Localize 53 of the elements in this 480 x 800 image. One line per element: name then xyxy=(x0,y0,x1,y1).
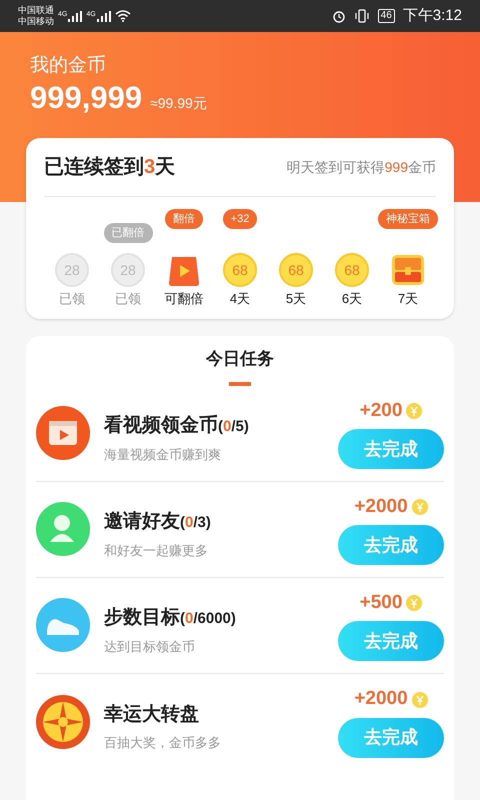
treasure-chest-icon xyxy=(391,253,425,287)
task-title: 幸运大转盘 xyxy=(104,702,200,726)
battery-level: 46 xyxy=(378,9,395,23)
day-label: 可翻倍 xyxy=(164,290,204,308)
video-icon xyxy=(36,406,90,460)
tomorrow-reward-text: 明天签到可获得999金币 xyxy=(286,158,436,176)
reward-amount: +2000 xyxy=(354,494,408,519)
task-subtitle: 和好友一起赚更多 xyxy=(104,542,209,560)
task-subtitle: 百抽大奖，金币多多 xyxy=(104,734,222,752)
coin-icon xyxy=(406,595,422,611)
carrier-name: 中国移动 xyxy=(18,16,54,27)
section-title: 今日任务 xyxy=(206,348,274,370)
day-label: 7天 xyxy=(398,290,418,308)
day-badge: 已翻倍 xyxy=(104,223,152,243)
task-title: 邀请好友(0/3) xyxy=(104,510,212,534)
coin-icon xyxy=(406,403,422,419)
task-subtitle: 海量视频金币赚到爽 xyxy=(104,446,222,464)
clock-time: 下午3:12 xyxy=(402,6,462,26)
complete-button[interactable]: 去完成 xyxy=(338,621,444,662)
coin-balance: 999,999 xyxy=(30,79,142,117)
day-badge: 神秘宝箱 xyxy=(378,209,438,229)
complete-button[interactable]: 去完成 xyxy=(338,429,444,470)
coin-icon: 68 xyxy=(335,253,369,287)
reward-amount: +200 xyxy=(360,398,402,423)
task-subtitle: 达到目标领金币 xyxy=(104,638,196,656)
day-label: 5天 xyxy=(286,290,306,308)
complete-button[interactable]: 去完成 xyxy=(338,525,444,566)
alarm-icon xyxy=(332,9,346,23)
day-label: 已领 xyxy=(115,290,141,308)
title-underline xyxy=(229,382,251,386)
coin-icon xyxy=(412,692,428,708)
task-title: 步数目标(0/6000) xyxy=(104,606,237,630)
reward-amount: +2000 xyxy=(354,687,408,712)
shoe-icon xyxy=(36,598,90,652)
coin-icon xyxy=(412,499,428,515)
reward-amount: +500 xyxy=(360,590,402,615)
day-label: 4天 xyxy=(230,290,250,308)
person-icon xyxy=(36,502,90,556)
carrier-name: 中国联通 xyxy=(18,5,54,16)
day-label: 已领 xyxy=(59,290,85,308)
streak-title: 已连续签到3天 xyxy=(44,155,176,180)
coin-icon: 68 xyxy=(279,253,313,287)
complete-button[interactable]: 去完成 xyxy=(338,718,444,758)
task-title: 看视频领金币(0/5) xyxy=(104,414,250,438)
wifi-icon xyxy=(114,10,131,22)
coin-icon: 68 xyxy=(223,253,257,287)
cash-value: ≈99.99元 xyxy=(150,94,207,113)
day-badge: +32 xyxy=(222,209,258,229)
prize-wheel-icon xyxy=(36,694,90,748)
day-badge: 翻倍 xyxy=(165,209,203,229)
day-label: 6天 xyxy=(342,290,362,308)
vibrate-icon xyxy=(354,9,370,23)
page-title: 我的金币 xyxy=(30,54,107,78)
